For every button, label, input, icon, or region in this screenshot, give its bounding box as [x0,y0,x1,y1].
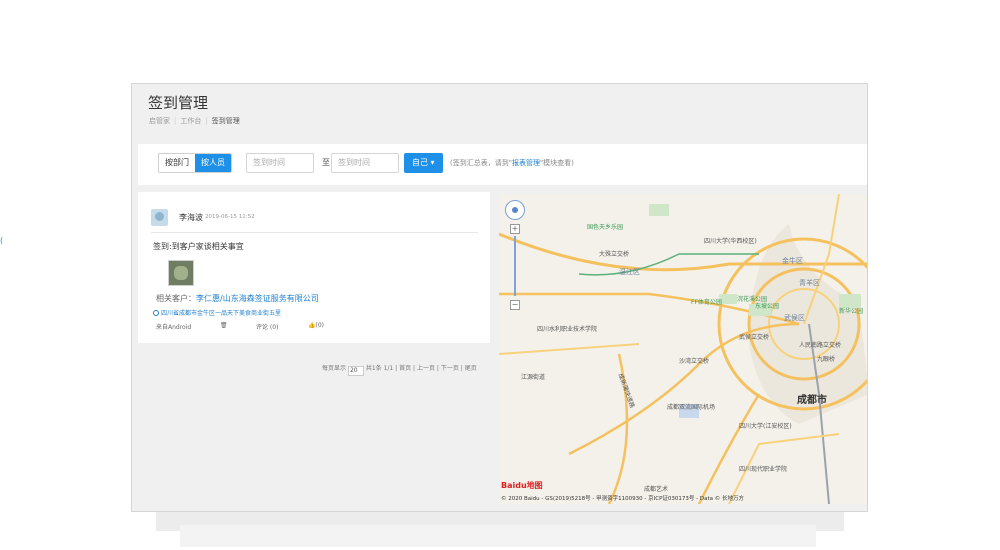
per-page-input[interactable]: 20 [347,366,364,376]
map-label-ff: FF体育公园 [691,299,722,306]
map-label-jiaotong: 四川水利职业技术学院 [537,326,598,333]
like-count: (0) [315,322,324,329]
comment-link[interactable]: 评论 (0) [256,322,278,331]
report-hint: (签到汇总表，请到"报表管理"模块查看) [450,158,574,168]
page-summary: 共1条 1/1 [365,365,394,372]
map-label-dayuan: 大殊立交桥 [599,251,630,258]
backdrop-shadow-lower [180,525,816,547]
report-management-link[interactable]: 报表管理 [512,159,540,167]
customer-link[interactable]: 李仁惠/山东海森签证服务有限公司 [196,294,319,303]
map-label-jinniu: 金牛区 [782,257,803,265]
map-label-chengdu-art: 成都艺术 [644,486,669,493]
baidu-logo[interactable]: Baidu地图 [501,480,543,491]
like-button[interactable]: 👍(0) [308,322,324,329]
map-copyright: © 2020 Baidu - GS(2019)5218号 - 甲测资字11009… [501,496,745,502]
map-label-wuhou: 武侯区 [784,314,805,322]
per-page-label: 每页显示 [322,365,347,372]
location-pin-icon [153,310,159,316]
map-label-modern: 四川现代职业学院 [739,466,788,473]
avatar [151,209,168,226]
customer-label: 相关客户： [156,294,196,303]
self-filter-label: 自己 [412,158,428,167]
app-window: 签到管理 启管家 | 工作台 | 签到管理 按部门 按人员 签到时间 至 签到时间 自己… [131,83,868,512]
map-label-xinhua: 新华公园 [839,308,864,315]
first-page-link[interactable]: 首页 [399,365,411,372]
breadcrumb: 启管家 | 工作台 | 签到管理 [149,117,240,125]
related-customer: 相关客户：李仁惠/山东海森签证服务有限公司 [156,293,319,304]
map-label-chengdu: 成都市 [797,395,827,406]
tab-by-person[interactable]: 按人员 [195,154,231,172]
next-page-link[interactable]: 下一页 [441,365,459,372]
checkin-time: 2019-06-15 11:52 [205,214,255,220]
view-toggle: 按部门 按人员 [158,153,232,173]
map-label-huaxi: 四川大学(江安校区) [739,423,792,430]
zoom-in-button[interactable]: + [510,224,520,234]
address-text: 四川省成都市金牛区一品天下美食商业街五里 [161,310,282,317]
side-indicator-icon: ( [0,236,4,245]
end-date-input[interactable]: 签到时间 [331,153,399,173]
pan-compass-icon[interactable] [505,200,525,220]
map-label-dongpo: 东坡公园 [755,303,780,310]
map-label-qingyang: 青羊区 [799,279,820,287]
map-view[interactable]: + − 成都市 金牛区 青羊区 武侯区 温江区 成都双流国际机场 四川大学(华西… [499,194,867,504]
pagination: 每页显示 20 共1条 1/1 | 首页 | 上一页 | 下一页 | 尾页 [322,365,477,376]
filter-toolbar: 按部门 按人员 签到时间 至 签到时间 自己 ▾ (签到汇总表，请到"报表管理"… [138,144,867,185]
map-label-jiuyan: 九眼桥 [817,356,836,363]
checkin-record-card: 李海波 2019-06-15 11:52 签到:到客户家谈相关事宜 相关客户：李… [138,192,490,343]
map-label-jiangyuan: 江源街道 [521,374,546,381]
prev-page-link[interactable]: 上一页 [417,365,435,372]
map-label-scu: 四川大学(华西校区) [704,238,757,245]
checkin-address[interactable]: 四川省成都市金牛区一品天下美食商业街五里 [153,308,281,317]
map-roads [499,194,867,504]
date-range-separator: 至 [322,158,330,167]
zoom-slider[interactable] [514,236,516,296]
source-text: 来自Android [156,324,192,331]
map-label-shahe: 沙湾立交桥 [679,358,710,365]
photo-thumbnail[interactable] [168,260,194,286]
last-page-link[interactable]: 尾页 [465,365,477,372]
breadcrumb-current: 签到管理 [211,117,240,125]
hint-prefix: (签到汇总表，请到" [450,159,512,167]
user-name[interactable]: 李海波 [179,212,203,223]
map-label-wenjiang: 温江区 [619,268,640,276]
zoom-out-button[interactable]: − [510,300,520,310]
map-label-airport: 成都双流国际机场 [667,404,716,411]
map-label-renmin: 人民南路立交桥 [799,342,842,349]
zoom-control: + − [505,200,527,310]
divider [151,232,478,233]
start-date-input[interactable]: 签到时间 [246,153,314,173]
caret-down-icon: ▾ [430,158,435,167]
delete-icon[interactable]: 🗑 [220,322,228,329]
page-title: 签到管理 [148,94,209,112]
hint-suffix: "模块查看) [539,159,574,167]
checkin-title: 签到:到客户家谈相关事宜 [153,242,244,251]
breadcrumb-home[interactable]: 启管家 [149,117,170,125]
map-label-wuhouci: 武侯立交桥 [739,334,770,341]
self-filter-button[interactable]: 自己 ▾ [404,153,443,173]
tab-by-department[interactable]: 按部门 [159,154,195,172]
map-label-guose: 国色天乡乐园 [587,224,624,231]
breadcrumb-workbench[interactable]: 工作台 [180,117,201,125]
